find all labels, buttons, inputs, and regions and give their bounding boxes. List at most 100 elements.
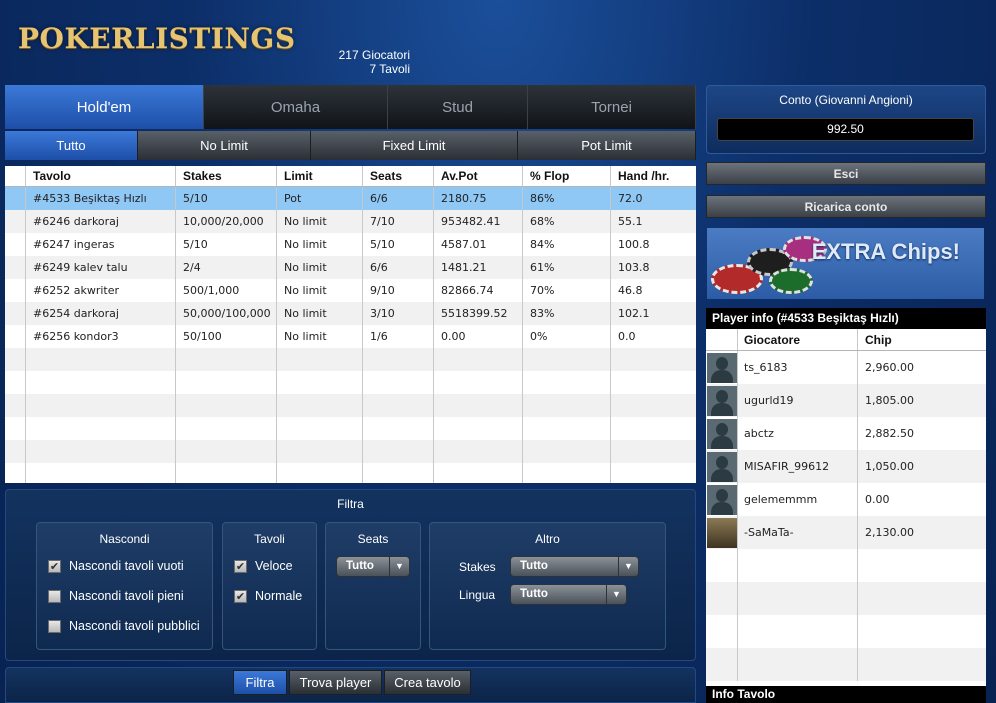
avatar-body-shape	[710, 501, 733, 515]
col-limit[interactable]: Limit	[277, 166, 363, 186]
col-avpot[interactable]: Av.Pot	[434, 166, 523, 186]
player-name: -SaMaTa-	[738, 516, 858, 549]
empty-cell	[277, 371, 363, 394]
empty-cell	[738, 648, 858, 681]
create-table-button[interactable]: Crea tavolo	[384, 670, 471, 695]
cell-seats: 9/10	[363, 279, 434, 302]
tab-fixed-limit[interactable]: Fixed Limit	[311, 131, 518, 160]
row-marker	[5, 187, 26, 210]
player-row[interactable]: abctz 2,882.50	[706, 417, 986, 450]
table-row[interactable]: #4533 Beşiktaş Hızlı 5/10 Pot 6/6 2180.75 86%…	[5, 187, 696, 210]
logout-button[interactable]: Esci	[706, 162, 986, 185]
empty-cell	[5, 440, 26, 463]
empty-cell	[858, 648, 986, 681]
empty-cell	[176, 440, 277, 463]
player-row[interactable]: ugurld19 1,805.00	[706, 384, 986, 417]
table-row-empty	[5, 463, 696, 483]
col-giocatore[interactable]: Giocatore	[738, 329, 858, 350]
filter-button[interactable]: Filtra	[233, 670, 287, 695]
normal-label: Normale	[255, 589, 303, 603]
empty-cell	[277, 348, 363, 371]
table-list: Tavolo Stakes Limit Seats Av.Pot % Flop …	[5, 166, 696, 483]
tab-omaha[interactable]: Omaha	[204, 85, 388, 129]
col-chip[interactable]: Chip	[858, 329, 986, 350]
table-row[interactable]: #6247 ingeras 5/10 No limit 5/10 4587.01 84% 1…	[5, 233, 696, 256]
avatar-head-shape	[715, 356, 728, 370]
empty-cell	[434, 371, 523, 394]
normal-checkbox[interactable]: ✔	[234, 590, 247, 603]
col-tavolo[interactable]: Tavolo	[26, 166, 176, 186]
empty-cell	[434, 440, 523, 463]
row-marker	[5, 302, 26, 325]
language-dropdown[interactable]: Tutto ▼	[510, 584, 627, 605]
tab-stud[interactable]: Stud	[388, 85, 528, 129]
avatar-body-shape	[710, 435, 733, 449]
cell-tavolo: #6254 darkoraj	[26, 302, 176, 325]
cell-flop: 83%	[523, 302, 611, 325]
col-stakes[interactable]: Stakes	[176, 166, 277, 186]
table-row[interactable]: #6254 darkoraj 50,000/100,000 No limit 3/10…	[5, 302, 696, 325]
cell-hands-hr: 102.1	[618, 307, 650, 320]
avatar-icon	[706, 352, 737, 383]
player-row[interactable]: gelememmm 0.00	[706, 483, 986, 516]
language-label: Lingua	[459, 588, 496, 602]
table-row[interactable]: #6252 akwriter 500/1,000 No limit 9/10 82866…	[5, 279, 696, 302]
empty-cell	[738, 549, 858, 582]
cell-tavolo: #4533 Beşiktaş Hızlı	[26, 187, 176, 210]
extra-chips-banner[interactable]: EXTRA Chips!	[707, 228, 984, 299]
stakes-dropdown[interactable]: Tutto ▼	[510, 556, 639, 577]
tab-no-limit[interactable]: No Limit	[138, 131, 311, 160]
player-row[interactable]: -SaMaTa- 2,130.00	[706, 516, 986, 549]
seats-dropdown[interactable]: Tutto ▼	[336, 556, 410, 577]
cell-stakes: 10,000/20,000	[176, 210, 277, 233]
tab-tornei[interactable]: Tornei	[528, 85, 696, 129]
table-row[interactable]: #6249 kalev talu 2/4 No limit 6/6 1481.21 61%…	[5, 256, 696, 279]
avatar-cell	[706, 516, 738, 549]
empty-cell	[26, 417, 176, 440]
player-name: MISAFIR_99612	[738, 450, 858, 483]
hide-full-checkbox[interactable]	[48, 590, 61, 603]
avatar-head-shape	[715, 389, 728, 403]
empty-cell	[434, 394, 523, 417]
cell-hands-hr: 103.8	[618, 261, 650, 274]
cell-seats: 7/10	[363, 210, 434, 233]
tab-pot-limit[interactable]: Pot Limit	[518, 131, 696, 160]
cell-hands-hr: 72.0	[618, 192, 643, 205]
player-name: ts_6183	[738, 351, 858, 384]
hide-title: Nascondi	[99, 532, 150, 546]
cell-avpot: 1481.21	[434, 256, 523, 279]
empty-cell	[523, 463, 611, 483]
tab-holdem[interactable]: Hold'em	[5, 85, 204, 129]
player-row[interactable]: MISAFIR_99612 1,050.00	[706, 450, 986, 483]
player-row-empty	[706, 615, 986, 648]
row-marker	[5, 256, 26, 279]
seats-title: Seats	[357, 532, 389, 546]
col-hands-hr[interactable]: Hand /hr.	[611, 166, 696, 186]
table-row[interactable]: #6246 darkoraj 10,000/20,000 No limit 7/10 9…	[5, 210, 696, 233]
table-row[interactable]: #6256 kondor3 50/100 No limit 1/6 0.00 0% 0.0	[5, 325, 696, 348]
table-row-empty	[5, 348, 696, 371]
hide-public-checkbox[interactable]	[48, 620, 61, 633]
tab-tutto[interactable]: Tutto	[5, 131, 138, 160]
chevron-down-icon: ▼	[389, 557, 409, 576]
avatar-head-shape	[715, 422, 728, 436]
col-flop[interactable]: % Flop	[523, 166, 611, 186]
cell-flop: 68%	[523, 210, 611, 233]
empty-cell	[277, 417, 363, 440]
tables-count: 7 Tavoli	[369, 62, 410, 76]
cell-seats: 3/10	[363, 302, 434, 325]
empty-cell	[176, 348, 277, 371]
empty-cell	[738, 582, 858, 615]
cell-avpot: 5518399.52	[434, 302, 523, 325]
recharge-button[interactable]: Ricarica conto	[706, 195, 986, 218]
player-row[interactable]: ts_6183 2,960.00	[706, 351, 986, 384]
empty-cell	[858, 549, 986, 582]
col-seats[interactable]: Seats	[363, 166, 434, 186]
fast-checkbox[interactable]: ✔	[234, 560, 247, 573]
cell-flop: 61%	[523, 256, 611, 279]
cell-flop: 70%	[523, 279, 611, 302]
hide-empty-checkbox[interactable]: ✔	[48, 560, 61, 573]
empty-cell	[363, 463, 434, 483]
find-player-button[interactable]: Trova player	[289, 670, 382, 695]
lobby-stats: 217 Giocatori 7 Tavoli	[330, 48, 410, 76]
